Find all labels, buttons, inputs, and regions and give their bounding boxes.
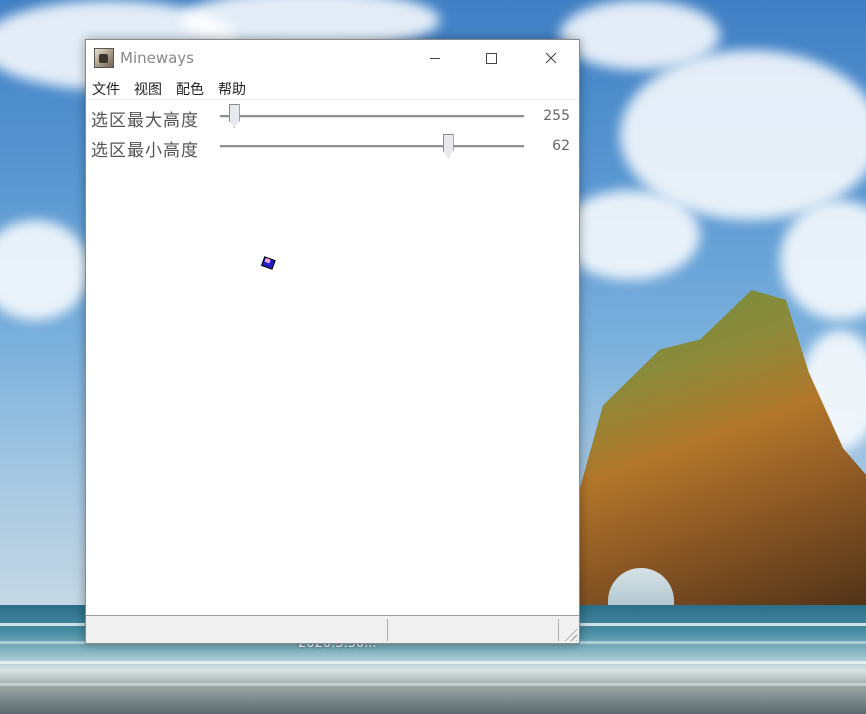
- status-bar: [86, 615, 579, 643]
- min-height-label: 选区最小高度: [91, 141, 199, 161]
- map-cursor-icon: [260, 256, 276, 271]
- close-button[interactable]: [528, 40, 574, 76]
- max-height-value: 255: [543, 108, 570, 124]
- status-pane-right: [387, 619, 558, 641]
- menu-colors[interactable]: 配色: [176, 79, 204, 99]
- min-height-value: 62: [552, 138, 570, 154]
- window-title: Mineways: [120, 49, 194, 67]
- resize-grip-icon[interactable]: [563, 627, 577, 641]
- menu-view[interactable]: 视图: [134, 79, 162, 99]
- maximize-button[interactable]: [468, 40, 514, 76]
- menu-file[interactable]: 文件: [92, 79, 120, 99]
- menu-help[interactable]: 帮助: [218, 79, 246, 99]
- mineways-app-icon[interactable]: [94, 48, 114, 68]
- minimize-icon: [430, 57, 440, 59]
- max-height-slider-track[interactable]: [220, 115, 524, 118]
- status-pane-left: [86, 619, 386, 641]
- menu-bar: 文件 视图 配色 帮助: [86, 78, 579, 100]
- maximize-icon: [485, 52, 497, 64]
- minimize-button[interactable]: [412, 40, 458, 76]
- min-height-slider-thumb[interactable]: [442, 134, 454, 158]
- min-height-slider-track[interactable]: [220, 145, 524, 148]
- min-height-slider-row: 选区最小高度 62: [86, 132, 579, 161]
- wallpaper-cloud: [560, 190, 700, 280]
- status-pane-divider: [558, 619, 560, 641]
- max-height-slider-thumb[interactable]: [228, 104, 240, 128]
- max-height-label: 选区最大高度: [91, 111, 199, 131]
- wallpaper-wave: [0, 683, 866, 686]
- mineways-window: Mineways 文件 视图 配色 帮助 选区最大高度 255 选区最小高度 6…: [85, 39, 580, 644]
- close-icon: [545, 52, 557, 64]
- wallpaper-wave: [0, 661, 866, 664]
- title-bar[interactable]: Mineways: [86, 40, 579, 76]
- max-height-slider-row: 选区最大高度 255: [86, 102, 579, 131]
